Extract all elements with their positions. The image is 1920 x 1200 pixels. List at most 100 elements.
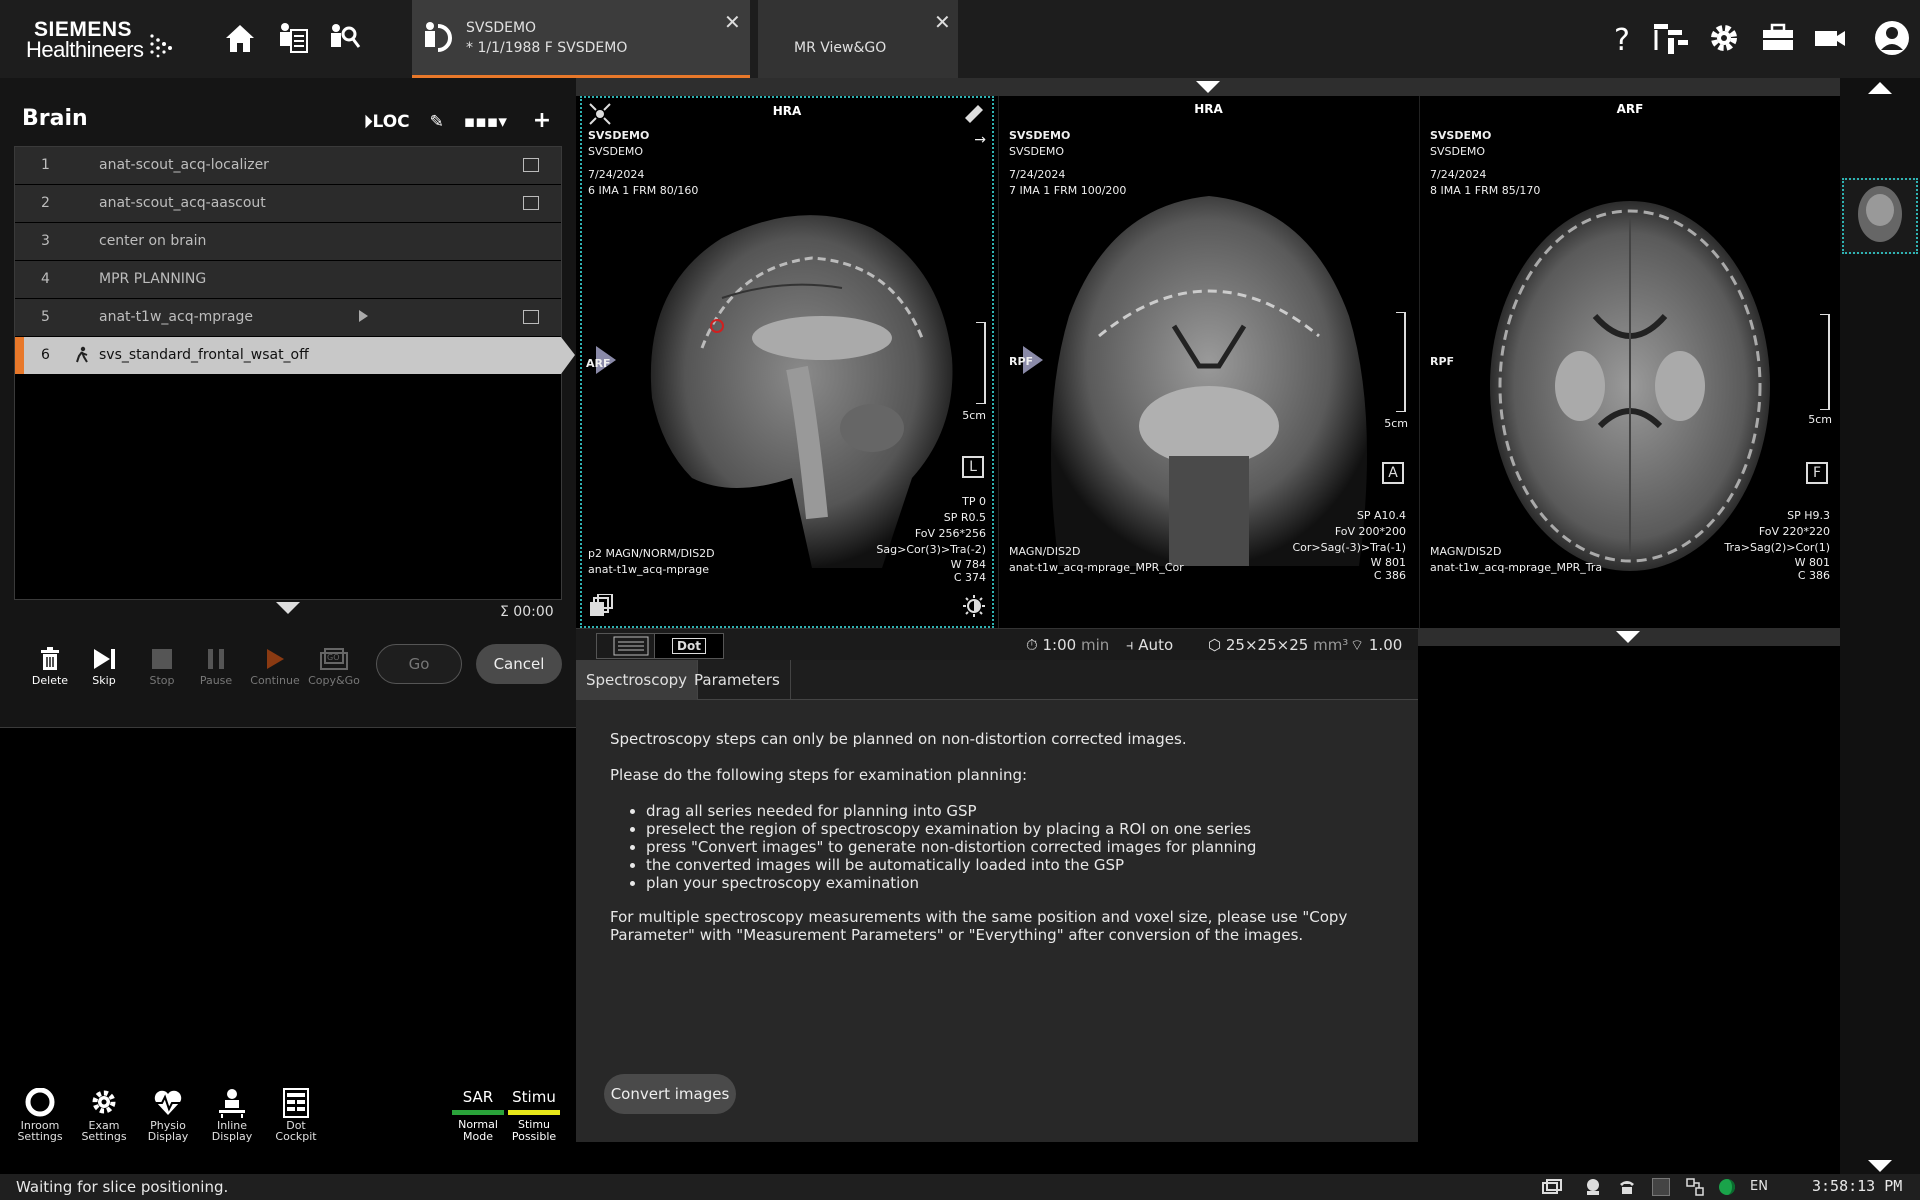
physio-label-2: Display (147, 1130, 189, 1143)
patient-schedule-icon[interactable] (274, 20, 310, 56)
orientation-cube[interactable]: L (962, 456, 984, 478)
viewer-bottom-strip[interactable] (1418, 628, 1840, 646)
expand-icon[interactable] (588, 102, 612, 130)
window-center: 386 (1809, 569, 1830, 582)
system-clock: 3:58:13 PM (1812, 1177, 1903, 1195)
globe-icon[interactable] (1718, 1178, 1736, 1196)
patient-exam-icon (420, 18, 458, 60)
add-icon[interactable]: + (533, 108, 551, 133)
workflow-icon[interactable] (1652, 20, 1688, 56)
viewport-sagittal[interactable]: HRA SVSDEMO SVSDEMO 7/24/2024 6 IMA 1 FR… (580, 96, 994, 628)
stimu-indicator[interactable]: Stimu Stimu Possible (508, 1088, 560, 1143)
expand-down-icon[interactable] (1616, 631, 1640, 643)
stimu-level-bar (508, 1110, 560, 1115)
orientation-cube[interactable]: A (1382, 462, 1404, 484)
viewport-coronal[interactable]: HRA SVSDEMO SVSDEMO 7/24/2024 7 IMA 1 FR… (998, 96, 1418, 628)
close-icon[interactable]: ✕ (934, 10, 951, 34)
viewport-orientation-left: ARF (586, 357, 611, 370)
copy-go-button[interactable]: GO Copy&Go (306, 644, 362, 687)
gear-icon[interactable] (1706, 20, 1742, 56)
step-row-active[interactable]: 6 svs_standard_frontal_wsat_off (15, 337, 575, 374)
continue-button[interactable]: Continue (247, 644, 303, 687)
home-icon[interactable] (222, 20, 258, 56)
scroll-up-icon[interactable] (1868, 82, 1892, 94)
pipette-icon[interactable]: ✎ (430, 112, 444, 132)
patient-name: SVSDEMO (588, 129, 650, 142)
status-message: Waiting for slice positioning. (16, 1178, 229, 1196)
delete-button[interactable]: Delete (22, 644, 78, 687)
viewport-orientation-top: HRA (772, 104, 802, 118)
go-button[interactable]: Go (376, 644, 462, 684)
viewport-orientation-left: RPF (1430, 355, 1455, 368)
pause-button[interactable]: Pause (188, 644, 244, 687)
scanner-status-icon[interactable] (1584, 1178, 1602, 1196)
loc-button[interactable]: ⏵LOC (364, 112, 410, 132)
viewport-axial[interactable]: ARF SVSDEMO SVSDEMO 7/24/2024 8 IMA 1 FR… (1419, 96, 1840, 628)
scale-ruler (1820, 314, 1830, 410)
language-indicator[interactable]: EN (1750, 1179, 1768, 1194)
tab-parameters[interactable]: Parameters (684, 660, 791, 700)
window-width: 801 (1809, 556, 1830, 569)
stop-button[interactable]: Stop (134, 644, 190, 687)
program-panel: Brain ⏵LOC ✎ ▪▪▪▾ + 1 anat-scout_acq-loc… (0, 78, 576, 728)
trash-icon (22, 644, 78, 674)
play-icon: ⏵ (364, 112, 373, 132)
step-row[interactable]: 2 anat-scout_acq-aascout (15, 185, 561, 222)
cancel-button[interactable]: Cancel (476, 644, 562, 684)
patient-search-icon[interactable] (326, 20, 362, 56)
camera-icon[interactable] (1812, 20, 1848, 56)
viewport-orientation-left: RPF (1009, 355, 1034, 368)
expand-down-icon[interactable] (1196, 81, 1220, 93)
step-row[interactable]: 1 anat-scout_acq-localizer (15, 147, 561, 184)
step-name: anat-t1w_acq-mprage (99, 309, 253, 325)
orientation-cube[interactable]: F (1806, 462, 1828, 484)
series-thumbnail[interactable] (1842, 178, 1918, 254)
step-row[interactable]: 5 anat-t1w_acq-mprage (15, 299, 561, 336)
step-number: 1 (41, 157, 50, 173)
brightness-icon[interactable] (962, 594, 986, 622)
toolbox-icon[interactable] (1760, 20, 1796, 56)
help-icon[interactable]: ? (1604, 20, 1640, 58)
voxel-unit: mm³ (1313, 636, 1349, 654)
close-icon[interactable]: ✕ (724, 10, 741, 34)
copy-go-label: Copy&Go (308, 674, 360, 687)
dot-cockpit-button[interactable]: Dot Cockpit (264, 1088, 328, 1142)
instruction-list: drag all series needed for planning into… (646, 802, 1256, 892)
phone-icon[interactable] (1618, 1178, 1636, 1196)
app-tab-mr-viewgo[interactable]: MR View&GO ✕ (758, 0, 958, 78)
patient-tab[interactable]: SVSDEMO * 1/1/1988 F SVSDEMO ✕ (412, 0, 750, 78)
tab-spectroscopy[interactable]: Spectroscopy (576, 660, 699, 700)
adjust-icon: ⫞ (1126, 636, 1134, 654)
user-avatar-icon[interactable] (1874, 20, 1910, 56)
slice-position: SP R0.5 (943, 511, 986, 524)
inline-display-button[interactable]: Inline Display (200, 1088, 264, 1142)
scroll-down-icon[interactable] (1868, 1160, 1892, 1172)
step-row[interactable]: 3 center on brain (15, 223, 561, 260)
stack-icon[interactable] (588, 593, 614, 622)
expand-down-icon[interactable] (276, 602, 300, 614)
slice-position: SP A10.4 (1356, 509, 1406, 522)
step-row[interactable]: 4 MPR PLANNING (15, 261, 561, 298)
info-paragraph-2: Please do the following steps for examin… (610, 766, 1028, 784)
display-icon[interactable] (1652, 1178, 1670, 1196)
inroom-settings-button[interactable]: Inroom Settings (8, 1087, 72, 1142)
physio-display-button[interactable]: Physio Display (136, 1088, 200, 1142)
voxel-size: 25×25×25 (1225, 636, 1309, 654)
step-number: 6 (41, 347, 50, 363)
convert-images-button[interactable]: Convert images (604, 1074, 736, 1114)
ruler-icon[interactable] (962, 102, 986, 130)
viewer-top-strip[interactable] (576, 78, 1840, 96)
sar-indicator[interactable]: SAR Normal Mode (452, 1088, 504, 1143)
scale-ruler (1396, 312, 1406, 412)
info-paragraph-3: For multiple spectroscopy measurements w… (610, 908, 1348, 944)
network-share-icon[interactable] (1686, 1178, 1704, 1196)
copy-go-icon: GO (306, 644, 362, 674)
network-icon[interactable] (1542, 1178, 1562, 1196)
skip-button[interactable]: Skip (76, 644, 132, 687)
heart-pulse-icon (136, 1088, 200, 1120)
window-center: 386 (1385, 569, 1406, 582)
dot-tab[interactable]: Dot (654, 633, 724, 659)
stopwatch-icon: ⏱ (1026, 636, 1038, 654)
exam-settings-button[interactable]: Exam Settings (72, 1088, 136, 1142)
more-options-icon[interactable]: ▪▪▪▾ (464, 112, 507, 132)
